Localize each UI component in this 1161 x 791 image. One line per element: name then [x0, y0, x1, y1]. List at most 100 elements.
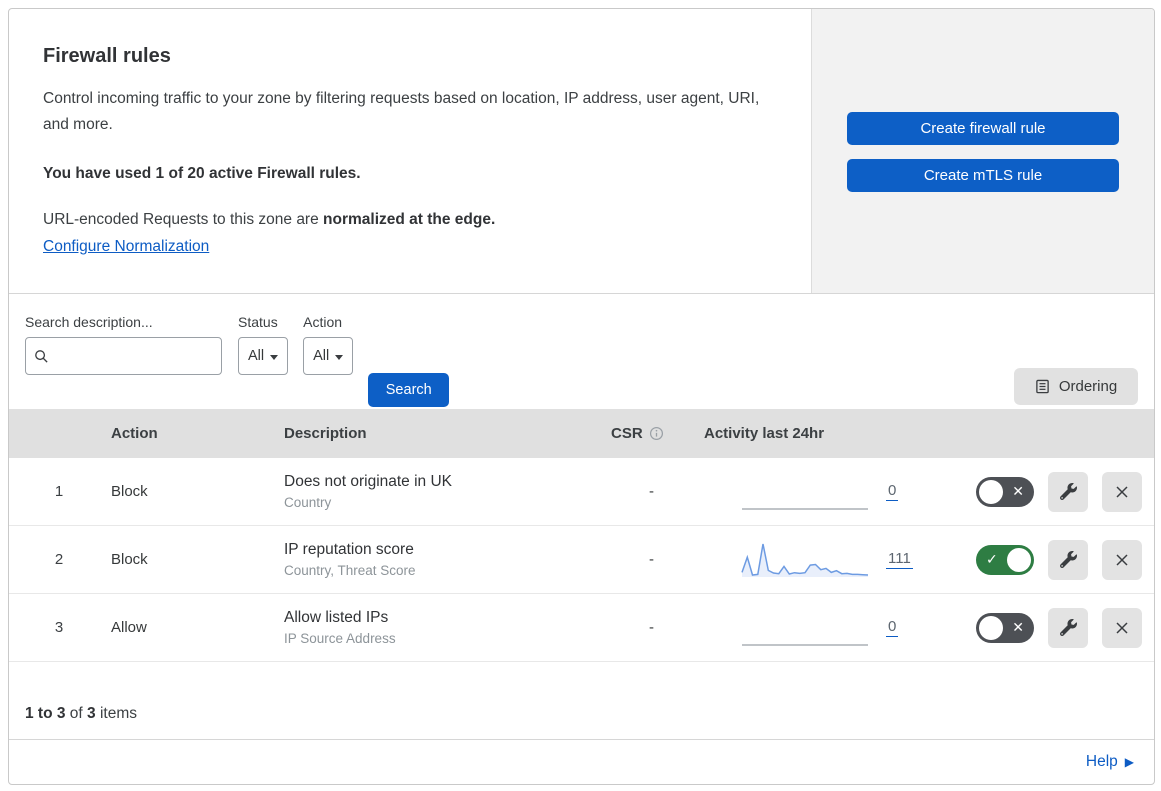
- rule-description-cell: Allow listed IPs IP Source Address: [284, 609, 599, 646]
- activity-sparkline: [742, 643, 868, 646]
- info-icon[interactable]: [649, 426, 664, 441]
- rule-description: Allow listed IPs: [284, 609, 389, 626]
- rule-action: Allow: [111, 619, 147, 636]
- page-description: Control incoming traffic to your zone by…: [43, 90, 760, 134]
- toggle-knob: [1007, 547, 1031, 572]
- header-section: Firewall rules Control incoming traffic …: [9, 9, 1154, 294]
- x-icon: [1116, 621, 1128, 634]
- header-text-area: Firewall rules Control incoming traffic …: [9, 9, 811, 293]
- create-mtls-rule-button[interactable]: Create mTLS rule: [847, 159, 1119, 192]
- status-filter-group: Status All: [238, 314, 303, 375]
- actions-panel: Create firewall rule Create mTLS rule: [811, 9, 1154, 293]
- status-selected-value: All: [248, 348, 265, 364]
- items-of-text: of: [65, 705, 88, 722]
- status-select[interactable]: All: [238, 337, 289, 375]
- rule-criteria: Country: [284, 495, 332, 510]
- delete-rule-button[interactable]: [1102, 471, 1142, 512]
- search-button[interactable]: Search: [368, 373, 450, 407]
- normalization-note: URL-encoded Requests to this zone are no…: [43, 211, 781, 229]
- action-filter-group: Action All: [303, 314, 368, 375]
- column-header-action: Action: [111, 425, 158, 442]
- column-header-description: Description: [284, 425, 367, 442]
- configure-rule-button[interactable]: [1048, 607, 1088, 648]
- activity-count-link[interactable]: 111: [886, 550, 913, 569]
- rule-description: IP reputation score: [284, 541, 414, 558]
- help-link[interactable]: Help ▶: [1086, 753, 1134, 771]
- rule-toggle[interactable]: ✕: [976, 612, 1034, 643]
- toggle-state-icon: ✓: [986, 550, 998, 567]
- delete-rule-button[interactable]: [1102, 607, 1142, 648]
- page-title: Firewall rules: [43, 45, 171, 67]
- chevron-down-icon: [270, 354, 279, 360]
- help-link-label: Help: [1085, 753, 1118, 770]
- csr-header-label: CSR: [611, 425, 643, 442]
- rule-number: 1: [54, 483, 64, 500]
- items-range-text: 1 to 3 of 3 items: [9, 662, 1154, 739]
- search-description-label: Search description...: [25, 314, 153, 330]
- configure-rule-button[interactable]: [1048, 539, 1088, 580]
- rule-activity-cell: 0: [704, 470, 924, 514]
- action-label: Action: [303, 314, 343, 330]
- rule-description: Does not originate in UK: [284, 473, 453, 490]
- normalization-text: URL-encoded Requests to this zone are: [43, 210, 324, 228]
- rule-row: 2 Block IP reputation score Country, Thr…: [9, 526, 1154, 594]
- delete-rule-button[interactable]: [1102, 539, 1142, 580]
- rule-number: 3: [54, 619, 64, 636]
- activity-sparkline: [742, 507, 868, 510]
- rule-criteria: Country, Threat Score: [284, 563, 416, 578]
- configure-normalization-link[interactable]: Configure Normalization: [43, 238, 209, 255]
- items-range-bold: 1 to 3: [25, 705, 66, 722]
- rule-description-cell: IP reputation score Country, Threat Scor…: [284, 541, 599, 578]
- rule-toggle[interactable]: ✕: [976, 476, 1034, 507]
- search-field-group: Search description...: [25, 314, 222, 375]
- items-label-text: items: [95, 705, 137, 722]
- rule-description-cell: Does not originate in UK Country: [284, 473, 599, 510]
- column-header-activity: Activity last 24hr: [704, 425, 825, 442]
- rule-action: Block: [111, 551, 148, 568]
- filter-bar: Search description... Status All Action …: [9, 294, 1154, 409]
- x-icon: [1116, 485, 1128, 498]
- items-total-bold: 3: [87, 705, 96, 722]
- toggle-state-icon: ✕: [1012, 482, 1024, 499]
- usage-summary: You have used 1 of 20 active Firewall ru…: [43, 164, 361, 182]
- rule-action: Block: [111, 483, 148, 500]
- rule-csr-value: -: [649, 551, 654, 568]
- x-icon: [1116, 553, 1128, 566]
- search-input[interactable]: [55, 348, 213, 364]
- toggle-knob: [979, 479, 1003, 504]
- activity-sparkline: [741, 543, 869, 577]
- search-box[interactable]: [25, 337, 222, 375]
- configure-rule-button[interactable]: [1048, 471, 1088, 512]
- wrench-icon: [1059, 483, 1077, 500]
- status-label: Status: [238, 314, 278, 330]
- ordering-button-label: Ordering: [1058, 378, 1118, 395]
- rule-row: 1 Block Does not originate in UK Country…: [9, 458, 1154, 526]
- rule-controls: ✕: [924, 607, 1154, 648]
- rule-criteria: IP Source Address: [284, 631, 396, 646]
- rule-activity-cell: 0: [704, 606, 924, 650]
- rule-csr-value: -: [649, 483, 654, 500]
- toggle-knob: [979, 615, 1003, 640]
- chevron-down-icon: [335, 354, 344, 360]
- ordering-list-icon: [1036, 379, 1049, 394]
- create-firewall-rule-button[interactable]: Create firewall rule: [847, 112, 1119, 145]
- rule-row: 3 Allow Allow listed IPs IP Source Addre…: [9, 594, 1154, 662]
- ordering-button[interactable]: Ordering: [1014, 368, 1138, 405]
- activity-count-link[interactable]: 0: [886, 482, 899, 501]
- action-select[interactable]: All: [303, 337, 354, 375]
- help-arrow-icon: ▶: [1124, 755, 1134, 769]
- wrench-icon: [1059, 551, 1077, 568]
- rule-toggle[interactable]: ✓: [976, 544, 1034, 575]
- table-header-row: Action Description CSR Activity last 24h…: [9, 409, 1154, 458]
- rule-activity-cell: 111: [704, 538, 924, 582]
- toggle-state-icon: ✕: [1012, 618, 1024, 635]
- rule-number: 2: [54, 551, 64, 568]
- normalization-bold-text: normalized at the edge.: [323, 210, 496, 228]
- rule-controls: ✓: [924, 539, 1154, 580]
- wrench-icon: [1059, 619, 1077, 636]
- firewall-rules-panel: Firewall rules Control incoming traffic …: [8, 8, 1155, 785]
- activity-count-link[interactable]: 0: [886, 618, 899, 637]
- rule-controls: ✕: [924, 471, 1154, 512]
- action-selected-value: All: [313, 348, 330, 364]
- search-icon: [35, 349, 48, 363]
